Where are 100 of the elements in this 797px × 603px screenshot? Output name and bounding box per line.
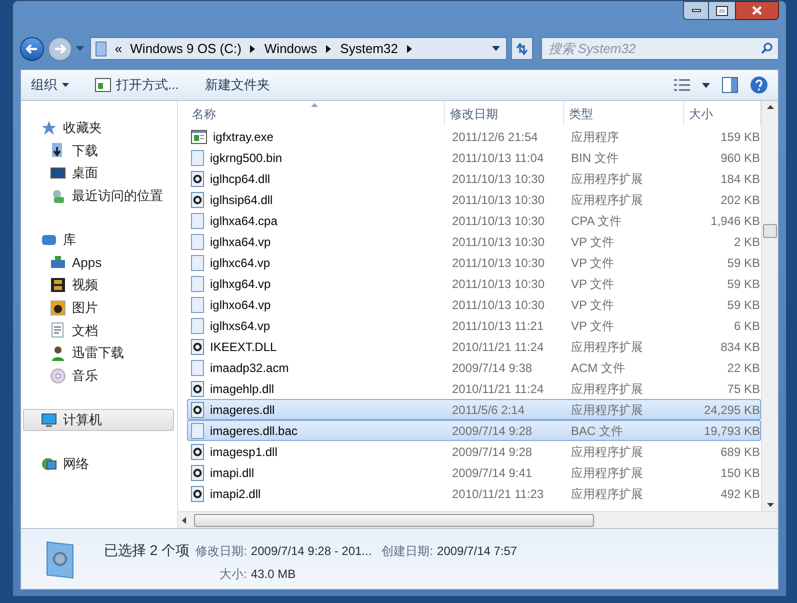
file-row[interactable]: imapi2.dll 2010/11/21 11:23 应用程序扩展 492 KB — [187, 483, 761, 504]
breadcrumb[interactable]: System32 — [340, 38, 398, 58]
nav-item[interactable]: 最近访问的位置 — [23, 184, 174, 208]
file-name: IKEEXT.DLL — [210, 338, 277, 356]
date-cell-text: 2011/10/13 10:30 — [451, 212, 546, 230]
vertical-scrollbar[interactable] — [761, 101, 778, 511]
column-header[interactable]: 修改日期 — [445, 101, 564, 126]
view-list-icon[interactable] — [674, 79, 690, 91]
breadcrumb-arrow-icon[interactable] — [406, 44, 412, 52]
nav-item[interactable]: 计算机 — [23, 409, 174, 432]
nav-item[interactable]: 库 — [23, 229, 174, 252]
nav-item[interactable]: 音乐 — [23, 364, 174, 388]
size-cell-text: 59 KB — [726, 254, 761, 272]
size-cell-text: 2 KB — [732, 234, 761, 250]
minimize-button[interactable] — [683, 1, 709, 20]
date-cell-text: 2009/7/14 9:38 — [451, 360, 534, 376]
folder-icon — [94, 40, 107, 56]
file-name: iglhxc64.vp — [210, 254, 270, 272]
file-row[interactable]: IKEEXT.DLL 2010/11/21 11:24 应用程序扩展 834 KB — [187, 336, 761, 357]
file-row[interactable]: iglhxs64.vp 2011/10/13 11:21 VP 文件 6 KB — [187, 315, 761, 336]
type-cell-text: 应用程序扩展 — [570, 486, 644, 502]
date-cell-text: 2011/12/6 21:54 — [451, 128, 539, 146]
scroll-thumb[interactable] — [194, 514, 594, 526]
gear-file-icon — [191, 464, 204, 480]
file-row[interactable]: imagesp1.dll 2009/7/14 9:28 应用程序扩展 689 KB — [187, 441, 761, 462]
gear-file-icon — [191, 338, 204, 354]
file-row[interactable]: imagehlp.dll 2010/11/21 11:24 应用程序扩展 75 KB — [187, 378, 761, 399]
preview-pane-icon[interactable] — [722, 77, 738, 93]
globe-monitor-icon — [41, 456, 57, 472]
address-bar[interactable]: « Windows 9 OS (C:) Windows System32 — [90, 37, 508, 60]
breadcrumb-arrow-icon[interactable] — [326, 44, 332, 52]
type-cell-text: 应用程序 — [570, 128, 620, 146]
detail-value: 2009/7/14 7:57 — [437, 543, 518, 560]
toolbar-button[interactable]: 新建文件夹 — [194, 73, 280, 97]
overflow-chevron[interactable]: « — [114, 38, 122, 58]
toolbar-button[interactable]: 组织 — [21, 73, 79, 97]
horizontal-scrollbar[interactable] — [178, 511, 778, 528]
nav-item[interactable]: 迅雷下载 — [23, 342, 174, 364]
file-row[interactable]: iglhxa64.cpa 2011/10/13 10:30 CPA 文件 1,946 KB — [187, 210, 761, 231]
file-row[interactable]: iglhsip64.dll 2011/10/13 10:30 应用程序扩展 202 KB — [187, 189, 761, 210]
date-cell-text: 2011/10/13 10:30 — [451, 254, 546, 272]
nav-item[interactable]: 收藏夹 — [23, 117, 174, 139]
refresh-button[interactable] — [511, 37, 534, 60]
file-row[interactable]: iglhxo64.vp 2011/10/13 10:30 VP 文件 59 KB — [187, 294, 761, 315]
file-row[interactable]: imageres.dll.bac 2009/7/14 9:28 BAC 文件 19,793 KB — [187, 420, 761, 441]
image-icon — [50, 300, 66, 316]
column-header[interactable]: 名称 — [187, 101, 445, 126]
file-name: iglhxs64.vp — [210, 318, 270, 334]
file-name: imaadp32.acm — [210, 360, 289, 376]
nav-item[interactable]: 网络 — [23, 453, 174, 476]
close-icon — [752, 6, 762, 15]
file-row[interactable]: iglhxa64.vp 2011/10/13 10:30 VP 文件 2 KB — [187, 231, 761, 252]
file-row[interactable]: igfxtray.exe 2011/12/6 21:54 应用程序 159 KB — [187, 126, 761, 147]
date-cell-text: 2011/10/13 11:21 — [451, 318, 545, 334]
nav-item[interactable]: Apps — [23, 251, 174, 274]
size-cell-text: 75 KB — [726, 380, 761, 398]
file-row[interactable]: imageres.dll 2011/5/6 2:14 应用程序扩展 24,295 KB — [187, 399, 761, 420]
breadcrumb[interactable]: Windows 9 OS (C:) — [130, 38, 242, 58]
maximize-button[interactable] — [709, 1, 735, 20]
date-cell-text: 2011/10/13 10:30 — [451, 296, 546, 314]
film-icon — [50, 277, 66, 294]
file-row[interactable]: iglhxg64.vp 2011/10/13 10:30 VP 文件 59 KB — [187, 273, 761, 294]
person-icon — [50, 345, 66, 362]
dropdown-caret-icon[interactable] — [492, 46, 500, 51]
back-button[interactable] — [20, 36, 44, 60]
file-name: iglhxo64.vp — [210, 296, 271, 314]
file-row[interactable]: imapi.dll 2009/7/14 9:41 应用程序扩展 150 KB — [187, 462, 761, 483]
gear-file-icon — [191, 380, 204, 396]
file-row[interactable]: igkrng500.bin 2011/10/13 11:04 BIN 文件 960 KB — [187, 147, 761, 168]
dropdown-caret-icon[interactable] — [702, 82, 710, 88]
detail-value: 43.0 MB — [250, 566, 297, 583]
nav-item[interactable]: 文档 — [23, 319, 174, 342]
gear-file-icon — [191, 170, 204, 186]
nav-item[interactable]: 下载 — [23, 139, 174, 162]
file-row[interactable]: iglhxc64.vp 2011/10/13 10:30 VP 文件 59 KB — [187, 252, 761, 273]
search-field[interactable]: 搜索 System32 — [541, 37, 779, 60]
gear-file-icon — [191, 444, 204, 460]
close-button[interactable] — [735, 1, 779, 20]
blank-file-icon — [191, 276, 204, 292]
size-cell-text: 834 KB — [720, 338, 761, 356]
forward-button[interactable] — [48, 36, 72, 60]
column-header[interactable]: 类型 — [564, 101, 684, 126]
type-cell-text: 应用程序扩展 — [570, 402, 644, 418]
blank-file-icon — [191, 318, 204, 334]
nav-item[interactable]: 视频 — [23, 274, 174, 296]
nav-item[interactable]: 图片 — [23, 296, 174, 320]
file-name: igfxtray.exe — [213, 128, 274, 146]
file-name: iglhxa64.cpa — [210, 212, 278, 230]
scroll-down-icon — [766, 503, 774, 507]
scroll-thumb[interactable] — [763, 224, 777, 238]
file-row[interactable]: iglhcp64.dll 2011/10/13 10:30 应用程序扩展 184 KB — [187, 168, 761, 189]
file-row[interactable]: imaadp32.acm 2009/7/14 9:38 ACM 文件 22 KB — [187, 357, 761, 378]
breadcrumb-arrow-icon[interactable] — [250, 44, 256, 52]
nav-item[interactable]: 桌面 — [23, 162, 174, 184]
date-cell-text: 2011/5/6 2:14 — [451, 402, 526, 418]
toolbar-button[interactable]: 打开方式... — [85, 73, 189, 97]
help-icon[interactable] — [750, 76, 768, 94]
date-cell-text: 2011/10/13 10:30 — [451, 234, 546, 250]
breadcrumb[interactable]: Windows — [264, 38, 318, 58]
blank-file-icon — [191, 150, 204, 166]
